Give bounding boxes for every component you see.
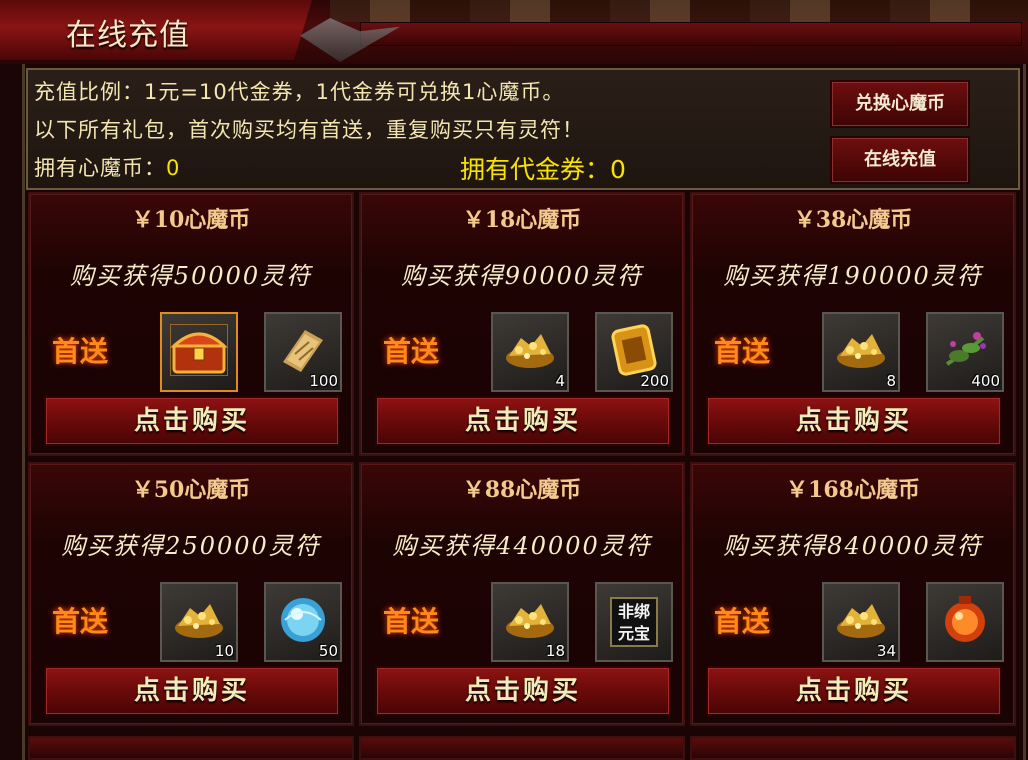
coins-value: 0 [166,156,181,180]
gold-pile-icon [501,598,559,646]
red-orb-icon [939,592,991,652]
first-gift-label: 首送 [52,605,109,638]
pack-reward: 购买获得840000灵符 [723,532,983,560]
exchange-ratio-text: 充值比例：1元=10代金券，1代金券可兑换1心魔币。 [34,80,565,104]
first-gift-label: 首送 [714,335,771,368]
item-count: 34 [876,642,896,660]
vouchers-label: 拥有代金券： [460,155,611,184]
item-slot[interactable]: 18 [491,582,569,662]
item-slot[interactable]: 10 [160,582,238,662]
item-slot[interactable]: 400 [926,312,1004,392]
item-count: 8 [886,372,896,390]
gift-pack-card: ￥50心魔币 购买获得250000灵符 首送 10 50 点击购买 [28,462,354,726]
gift-pack-card: ￥38心魔币 购买获得190000灵符 首送 8 400 点击购买 [690,192,1016,456]
item-count: 4 [555,372,565,390]
gift-pack-card: ￥18心魔币 购买获得90000灵符 首送 4 200 点击购买 [359,192,685,456]
gift-pack-card: ￥88心魔币 购买获得440000灵符 首送 18 非绑元宝 点击购买 [359,462,685,726]
gift-pack-card: ￥10心魔币 购买获得50000灵符 首送 100 点击购买 [28,192,354,456]
gold-pile-icon [832,598,890,646]
pack-card-partial [359,736,685,760]
item-count: 10 [214,642,234,660]
buy-button[interactable]: 点击购买 [706,666,1002,716]
online-recharge-button[interactable]: 在线充值 [830,136,970,184]
pack-card-partial [28,736,354,760]
item-slot[interactable]: 100 [264,312,342,392]
first-gift-label: 首送 [714,605,771,638]
gift-pack-card: ￥168心魔币 购买获得840000灵符 首送 34 点击购买 [690,462,1016,726]
title-bar-extension [360,22,1022,46]
gold-pile-icon [501,328,559,376]
item-slot[interactable] [926,582,1004,662]
gold-pile-icon [832,328,890,376]
pack-reward: 购买获得50000灵符 [69,262,313,290]
exchange-coins-button[interactable]: 兑换心魔币 [830,80,970,128]
ingot-tag-icon: 非绑元宝 [610,597,658,647]
item-slot[interactable]: 4 [491,312,569,392]
buy-button[interactable]: 点击购买 [375,666,671,716]
buy-button[interactable]: 点击购买 [44,396,340,446]
item-count: 50 [318,642,338,660]
pack-price: ￥38心魔币 [793,207,913,233]
pack-price: ￥18心魔币 [462,207,582,233]
vouchers-owned: 拥有代金券：0 [460,150,626,186]
first-gift-label: 首送 [383,605,440,638]
item-count: 200 [640,372,669,390]
banner-decoration [330,0,1028,22]
vouchers-value: 0 [610,155,626,184]
first-gift-label: 首送 [383,335,440,368]
pack-reward: 购买获得90000灵符 [400,262,644,290]
item-slot[interactable]: 8 [822,312,900,392]
item-slot[interactable]: 200 [595,312,673,392]
coins-label: 拥有心魔币： [34,156,166,180]
pack-price: ￥50心魔币 [131,477,251,503]
ingot-tag-text: 非绑元宝 [617,602,650,643]
window-title: 在线充值 [66,18,190,53]
item-slot[interactable]: 非绑元宝 [595,582,673,662]
item-count: 400 [971,372,1000,390]
pack-card-partial [690,736,1016,760]
pack-price: ￥88心魔币 [462,477,582,503]
item-count: 18 [545,642,565,660]
pack-price: ￥168心魔币 [786,477,920,503]
buy-button[interactable]: 点击购买 [44,666,340,716]
item-slot[interactable] [160,312,238,392]
buy-button[interactable]: 点击购买 [375,396,671,446]
pack-reward: 购买获得440000灵符 [392,532,652,560]
item-slot[interactable]: 50 [264,582,342,662]
coins-owned: 拥有心魔币：0 [34,152,180,182]
pack-price: ￥10心魔币 [131,207,251,233]
item-count: 100 [309,372,338,390]
item-slot[interactable]: 34 [822,582,900,662]
buy-button[interactable]: 点击购买 [706,396,1002,446]
pack-reward: 购买获得190000灵符 [723,262,983,290]
gift-rule-text: 以下所有礼包，首次购买均有首送，重复购买只有灵符！ [34,118,584,142]
first-gift-label: 首送 [52,335,109,368]
pack-reward: 购买获得250000灵符 [61,532,321,560]
treasure-chest-icon [169,323,229,380]
gold-pile-icon [170,598,228,646]
